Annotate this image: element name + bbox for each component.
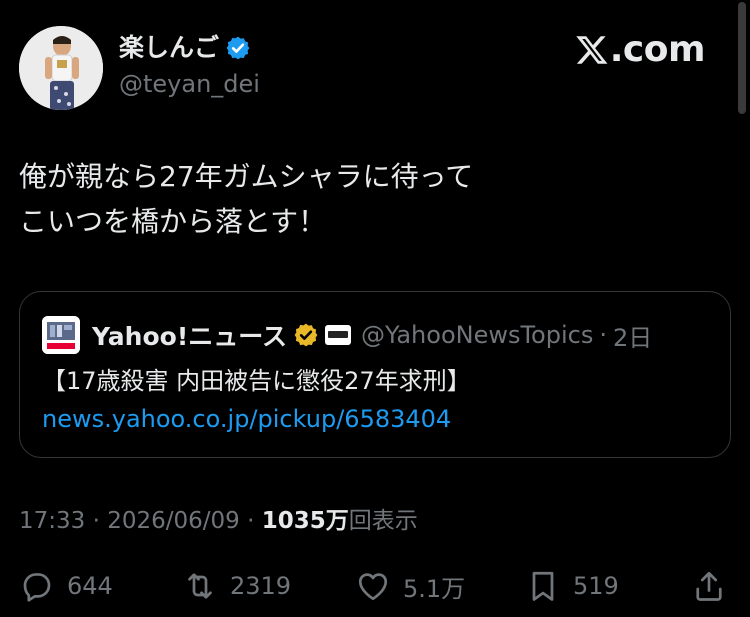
x-logo-icon bbox=[576, 36, 608, 64]
quote-tweet-card[interactable]: Yahoo!ニュース @YahooNewsTopics · 2日 【17歳殺害 … bbox=[19, 291, 731, 458]
tweet-text-line-2: こいつを橋から落とす！ bbox=[19, 205, 327, 238]
bookmark-icon bbox=[532, 571, 554, 601]
avatar-image bbox=[19, 26, 103, 110]
reply-count: 644 bbox=[67, 572, 113, 600]
affiliate-badge-icon[interactable] bbox=[324, 325, 351, 345]
scrollbar[interactable] bbox=[738, 2, 746, 114]
verified-badge-icon[interactable] bbox=[225, 35, 251, 61]
views-count[interactable]: 1035万 bbox=[262, 508, 349, 534]
tweet-text-line-1: 俺が親なら27年ガムシャラに待って bbox=[19, 160, 474, 193]
tweet-text: 俺が親なら27年ガムシャラに待って こいつを橋から落とす！ bbox=[19, 154, 719, 244]
meta-separator-2: · bbox=[247, 508, 255, 534]
quote-separator: · bbox=[599, 321, 607, 349]
quote-timestamp[interactable]: 2日 bbox=[613, 318, 652, 353]
meta-separator-1: · bbox=[92, 508, 100, 534]
gold-verified-badge-icon[interactable] bbox=[293, 322, 319, 348]
share-icon bbox=[696, 571, 722, 601]
reply-icon bbox=[23, 573, 51, 602]
views-label: 回表示 bbox=[348, 508, 418, 534]
retweet-count: 2319 bbox=[230, 572, 292, 600]
like-button[interactable]: 5.1万 bbox=[355, 566, 465, 606]
share-button[interactable] bbox=[691, 566, 727, 606]
retweet-icon bbox=[188, 573, 212, 599]
retweet-button[interactable]: 2319 bbox=[182, 566, 291, 606]
display-name-row: 楽しんご bbox=[119, 31, 260, 65]
yahoo-news-logo-icon bbox=[42, 316, 80, 354]
action-bar: 644 2319 5.1万 519 bbox=[19, 566, 731, 606]
x-brand-logo: .com bbox=[575, 29, 706, 70]
tweet-time[interactable]: 17:33 bbox=[19, 508, 85, 534]
heart-icon bbox=[358, 573, 388, 601]
quote-handle[interactable]: @YahooNewsTopics bbox=[361, 321, 593, 349]
tweet-header: 楽しんご @teyan_dei .com bbox=[19, 26, 709, 110]
reply-button[interactable]: 644 bbox=[19, 566, 113, 606]
display-name[interactable]: 楽しんご bbox=[119, 31, 219, 65]
tweet-meta: 17:33 · 2026/06/09 · 1035万回表示 bbox=[19, 506, 418, 536]
avatar[interactable] bbox=[19, 26, 103, 110]
quote-link[interactable]: news.yahoo.co.jp/pickup/6583404 bbox=[42, 402, 451, 436]
bookmark-button[interactable]: 519 bbox=[525, 566, 619, 606]
author-info: 楽しんご @teyan_dei bbox=[119, 31, 260, 99]
quote-text: 【17歳殺害 内田被告に懲役27年求刑】 bbox=[42, 367, 471, 395]
yahoo-news-avatar[interactable] bbox=[42, 316, 80, 354]
tweet-date[interactable]: 2026/06/09 bbox=[107, 508, 240, 534]
bookmark-count: 519 bbox=[573, 572, 619, 600]
quote-header: Yahoo!ニュース @YahooNewsTopics · 2日 bbox=[42, 316, 652, 354]
like-count: 5.1万 bbox=[403, 574, 466, 603]
author-handle[interactable]: @teyan_dei bbox=[119, 69, 260, 99]
quote-display-name[interactable]: Yahoo!ニュース bbox=[92, 317, 287, 353]
brand-domain: .com bbox=[609, 29, 706, 70]
